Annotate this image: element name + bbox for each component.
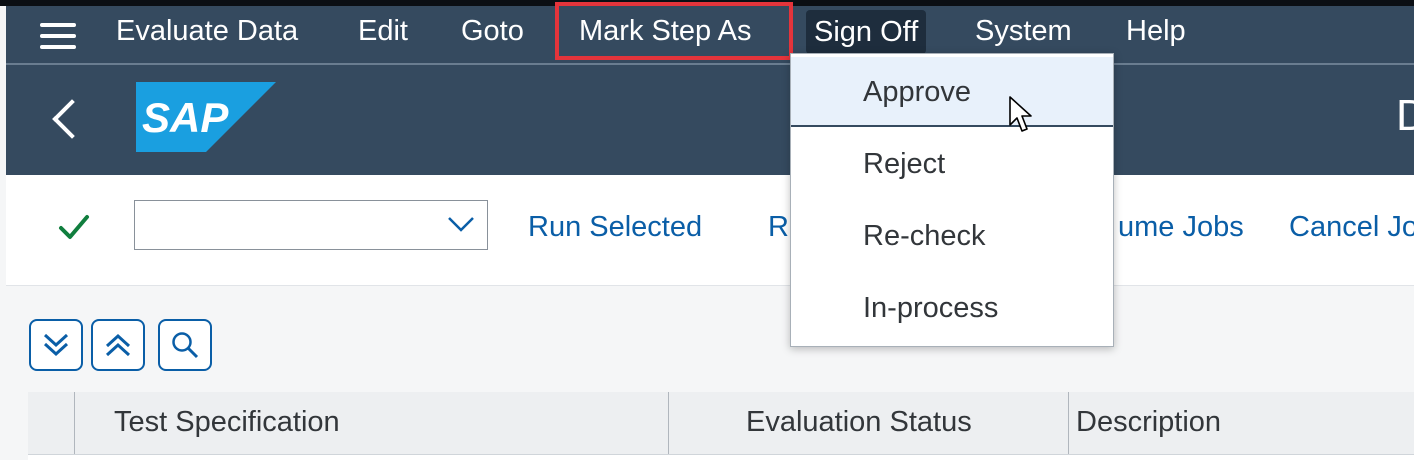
search-button[interactable] [158,319,212,371]
menu-sign-off[interactable]: Sign Off [806,10,927,54]
menu-edit[interactable]: Edit [358,6,408,56]
menu-bar: Evaluate Data Edit Goto Mark Step As Sig… [6,2,1414,64]
toolbar: Run Selected R ume Jobs Cancel Jo [6,175,1414,286]
column-header-description[interactable]: Description [1076,406,1221,439]
collapse-all-button[interactable] [91,319,145,371]
column-separator[interactable] [1068,392,1069,454]
run-selected-link[interactable]: Run Selected [528,211,702,244]
table-row[interactable] [28,455,1414,460]
column-separator[interactable] [668,392,669,454]
menu-item-label: Reject [863,148,946,180]
expand-all-button[interactable] [29,319,83,371]
chevron-down-icon[interactable] [447,215,475,233]
menu-evaluate-data[interactable]: Evaluate Data [116,6,298,56]
menu-system[interactable]: System [975,6,1072,56]
sap-logo: SAP [136,82,276,152]
column-header-test-specification[interactable]: Test Specification [114,406,340,439]
shell-header: SAP D [6,65,1414,175]
collapse-all-icon [105,333,131,357]
sign-off-dropdown: Approve Reject Re-check In-process [790,53,1114,347]
menu-item-label: In-process [863,292,999,324]
menu-icon[interactable] [40,23,76,49]
resume-jobs-link[interactable]: ume Jobs [1118,211,1244,244]
menu-item-approve[interactable]: Approve [791,57,1113,127]
expand-all-icon [43,333,69,357]
table-header: Test Specification Evaluation Status Des… [28,392,1414,455]
menu-help[interactable]: Help [1126,6,1186,56]
column-separator [74,392,75,454]
menu-item-label: Re-check [863,220,986,252]
command-combo[interactable] [134,200,488,250]
menu-goto[interactable]: Goto [461,6,524,56]
back-icon[interactable] [52,99,92,139]
page-title-fragment: D [1396,91,1414,140]
sap-logo-text: SAP [142,94,229,141]
toolbar-link-r[interactable]: R [768,211,789,244]
menu-item-re-check[interactable]: Re-check [791,201,1113,271]
cancel-jobs-link[interactable]: Cancel Jo [1289,211,1414,244]
column-header-evaluation-status[interactable]: Evaluation Status [746,406,972,439]
menu-item-in-process[interactable]: In-process [791,273,1113,343]
menu-item-reject[interactable]: Reject [791,129,1113,199]
search-icon [172,332,199,359]
menu-item-label: Approve [863,76,972,108]
mark-step-as-highlight [555,2,793,60]
check-icon[interactable] [58,211,90,243]
mouse-cursor-icon [1009,96,1032,132]
